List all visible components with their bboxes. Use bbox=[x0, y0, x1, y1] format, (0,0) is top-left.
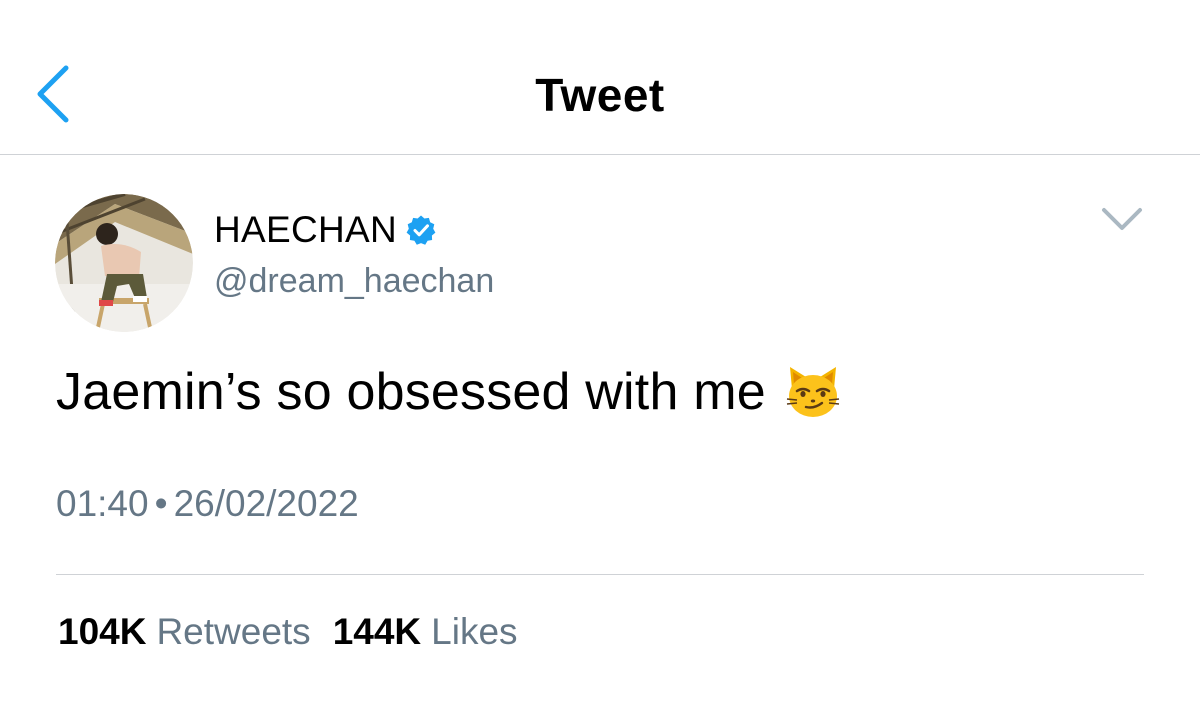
likes-count: 144K bbox=[332, 611, 422, 652]
author-name-row[interactable]: HAECHAN bbox=[214, 207, 437, 253]
tweet-time: 01:40 bbox=[56, 483, 149, 524]
tweet-text: Jaemin’s so obsessed with me bbox=[56, 363, 766, 421]
tweet-timestamp[interactable]: 01:40 • 26/02/2022 bbox=[56, 483, 359, 525]
nav-header: Tweet bbox=[0, 0, 1200, 155]
smirking-cat-emoji-icon bbox=[786, 367, 839, 417]
retweets-count: 104K bbox=[58, 611, 147, 652]
tweet-menu-button[interactable] bbox=[1098, 202, 1146, 238]
divider bbox=[56, 574, 1144, 575]
likes-stat[interactable]: 144K Likes bbox=[333, 611, 518, 653]
page-title: Tweet bbox=[535, 69, 665, 121]
timestamp-separator: • bbox=[154, 483, 168, 524]
likes-label: Likes bbox=[431, 611, 518, 652]
tweet-stats: 104K Retweets 144K Likes bbox=[58, 611, 540, 653]
verified-badge-icon bbox=[406, 215, 436, 245]
tweet-detail-screen: Tweet HAECHAN @dream_haechan Jaemin’s so… bbox=[0, 0, 1200, 709]
tweet-body: Jaemin’s so obsessed with me bbox=[56, 362, 842, 422]
retweets-stat[interactable]: 104K Retweets bbox=[58, 611, 311, 653]
avatar[interactable] bbox=[55, 194, 193, 332]
author-display-name[interactable]: HAECHAN bbox=[214, 209, 397, 251]
retweets-label: Retweets bbox=[156, 611, 311, 652]
chevron-down-icon bbox=[1102, 208, 1142, 230]
author-handle[interactable]: @dream_haechan bbox=[214, 262, 494, 301]
avatar-photo bbox=[55, 194, 193, 332]
tweet-date: 26/02/2022 bbox=[173, 483, 359, 524]
